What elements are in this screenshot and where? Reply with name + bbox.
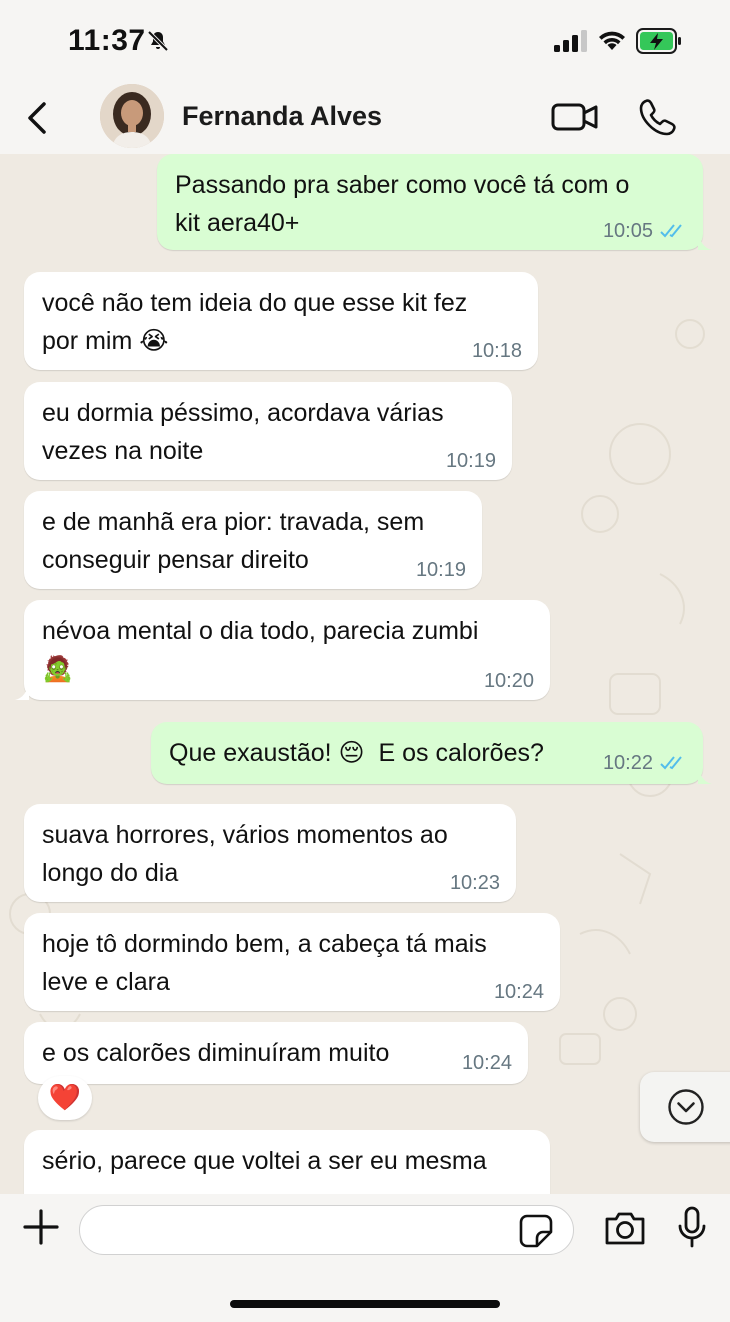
message-bubble-outgoing[interactable]: Passando pra saber como você tá com o ki…: [157, 154, 712, 250]
plus-icon[interactable]: [22, 1208, 60, 1246]
video-camera-icon[interactable]: [550, 100, 600, 134]
chat-header: Fernanda Alves: [0, 78, 730, 156]
message-time: 10:20: [483, 670, 534, 692]
message-time: 10:22: [602, 752, 653, 774]
message-bubble-outgoing[interactable]: Que exaustão! 😔 E os calorões? 10:22: [151, 722, 712, 784]
reaction-badge[interactable]: ❤️: [38, 1076, 92, 1120]
message-bubble-incoming[interactable]: eu dormia péssimo, acordava várias vezes…: [24, 382, 512, 480]
status-time: 11:37: [68, 24, 146, 57]
message-meta: 10:23: [450, 872, 500, 894]
message-meta: 10:19: [446, 450, 496, 472]
chevron-down-circle-icon: [668, 1089, 704, 1125]
bubble-tail: [698, 232, 712, 250]
message-time: 10:24: [493, 981, 544, 1003]
message-bubble-incoming[interactable]: hoje tô dormindo bem, a cabeça tá mais l…: [24, 913, 560, 1011]
message-time: 10:19: [445, 450, 496, 472]
message-text: névoa mental o dia todo, parecia zumbi 🧟: [42, 617, 479, 683]
message-text: e os calorões diminuíram muito: [42, 1039, 390, 1067]
message-meta: 10:05: [603, 220, 687, 242]
home-indicator: [230, 1300, 500, 1308]
message-meta: 10:18: [472, 340, 522, 362]
microphone-icon[interactable]: [676, 1206, 708, 1248]
phone-icon[interactable]: [638, 97, 678, 137]
wifi-icon: [599, 31, 625, 50]
message-meta: 10:24: [462, 1052, 512, 1074]
message-bubble-incoming[interactable]: e os calorões diminuíram muito 10:24: [24, 1022, 528, 1084]
message-time: 10:18: [471, 340, 522, 362]
contact-name[interactable]: Fernanda Alves: [182, 101, 382, 132]
read-ticks-icon: [660, 224, 682, 238]
message-text: hoje tô dormindo bem, a cabeça tá mais l…: [42, 930, 487, 996]
message-meta: 10:19: [416, 559, 466, 581]
message-time: 10:19: [415, 559, 466, 581]
chat-area[interactable]: Passando pra saber como você tá com o ki…: [0, 154, 730, 1194]
status-bar: 11:37: [0, 0, 730, 78]
bell-slash-icon: [147, 30, 169, 52]
message-text: e de manhã era pior: travada, sem conseg…: [42, 508, 425, 574]
scroll-to-bottom-button[interactable]: [640, 1072, 730, 1142]
message-time: 10:24: [461, 1052, 512, 1074]
message-text: você não tem ideia do que esse kit fez p…: [42, 289, 468, 355]
camera-icon[interactable]: [603, 1210, 647, 1246]
heart-reaction-icon: ❤️: [48, 1083, 82, 1113]
message-meta: 10:20: [484, 670, 534, 692]
message-text: eu dormia péssimo, acordava várias vezes…: [42, 399, 444, 465]
message-input[interactable]: [79, 1205, 574, 1255]
signal-icon: [554, 30, 587, 52]
message-meta: 10:24: [494, 981, 544, 1003]
back-arrow-icon[interactable]: [20, 98, 56, 138]
message-bubble-incoming[interactable]: e de manhã era pior: travada, sem conseg…: [24, 491, 482, 589]
message-meta: 10:22: [603, 752, 687, 774]
message-bubble-incoming[interactable]: você não tem ideia do que esse kit fez p…: [24, 272, 538, 370]
bubble-tail: [698, 766, 712, 784]
message-bubble-incoming[interactable]: suava horrores, vários momentos ao longo…: [24, 804, 516, 902]
message-time: 10:23: [449, 872, 500, 894]
message-bubble-incoming[interactable]: névoa mental o dia todo, parecia zumbi 🧟…: [15, 600, 550, 700]
input-bar: [0, 1194, 730, 1322]
read-ticks-icon: [660, 756, 682, 770]
bubble-tail: [15, 682, 29, 700]
battery-charging-icon: [636, 28, 681, 54]
message-text: suava horrores, vários momentos ao longo…: [42, 821, 448, 887]
message-bubble-incoming[interactable]: sério, parece que voltei a ser eu mesma: [24, 1130, 550, 1194]
avatar[interactable]: [100, 84, 164, 148]
sticker-icon[interactable]: [519, 1214, 553, 1248]
message-time: 10:05: [602, 220, 653, 242]
message-text: sério, parece que voltei a ser eu mesma: [42, 1147, 487, 1175]
